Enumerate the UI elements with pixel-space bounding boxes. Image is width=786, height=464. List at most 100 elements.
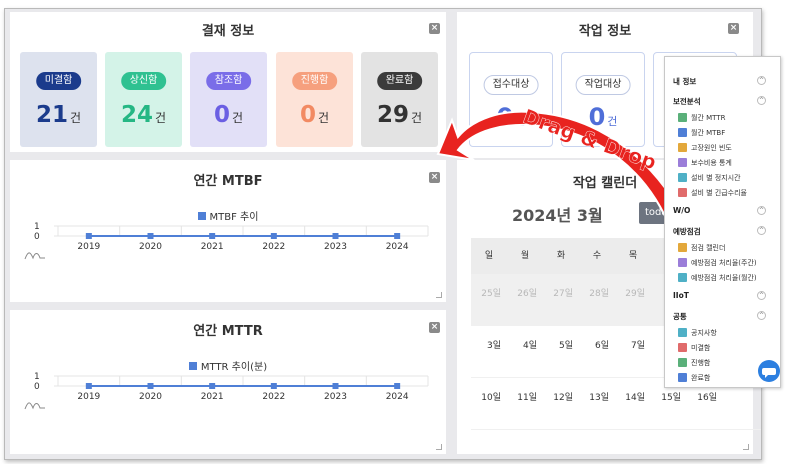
- mtbf-close-icon[interactable]: ×: [429, 172, 440, 183]
- calendar-day[interactable]: 10일: [471, 378, 507, 429]
- mtbf-resize-handle[interactable]: [436, 292, 442, 298]
- count-value: 0: [213, 102, 230, 128]
- mttr-close-icon[interactable]: ×: [429, 322, 440, 333]
- y-tick-label: 1: [34, 222, 40, 232]
- side-menu-item[interactable]: 완료함: [678, 372, 710, 384]
- calendar-day[interactable]: 26일: [507, 274, 543, 325]
- side-menu-item-label: 공지사항: [691, 329, 717, 337]
- calendar-day[interactable]: 12일: [543, 378, 579, 429]
- chart-icon: [678, 157, 687, 167]
- count-unit: 건: [231, 111, 244, 125]
- chat-button[interactable]: [758, 360, 780, 382]
- side-menu-item[interactable]: 설비 별 긴급수리율: [678, 187, 747, 199]
- side-menu-item[interactable]: 월간 MTTR: [678, 112, 725, 124]
- x-tick-label: 2022: [262, 392, 285, 402]
- side-menu-item-label: 설비 별 긴급수리율: [691, 189, 747, 197]
- calendar-day[interactable]: 5일: [543, 326, 579, 377]
- payment-card-label: 진행함: [291, 72, 338, 90]
- chevron-up-icon[interactable]: ^: [757, 206, 766, 215]
- side-menu-item[interactable]: 미결함: [678, 342, 710, 354]
- side-menu-section-header[interactable]: 보전분석: [673, 96, 701, 107]
- chart-icon: [678, 257, 687, 267]
- work-card-label: 접수대상: [483, 75, 539, 95]
- calendar-day[interactable]: 7일: [615, 326, 651, 377]
- calendar-day[interactable]: 6일: [579, 326, 615, 377]
- data-point[interactable]: [332, 233, 339, 239]
- side-menu-item-label: 고장원인 빈도: [691, 144, 732, 152]
- payment-card[interactable]: 미결함 21 건: [20, 52, 97, 147]
- data-point[interactable]: [270, 383, 277, 389]
- side-menu-item-label: 점검 캘린더: [691, 244, 726, 252]
- side-menu-item-label: 완료함: [691, 374, 711, 382]
- work-title: 작업 정보: [578, 24, 632, 39]
- calendar-day[interactable]: 4일: [507, 326, 543, 377]
- chevron-up-icon[interactable]: ^: [757, 96, 766, 105]
- data-point[interactable]: [147, 233, 154, 239]
- x-tick-label: 2022: [262, 242, 285, 252]
- side-menu-item[interactable]: 예방점검 처리율(주간): [678, 257, 757, 269]
- calendar-resize-handle[interactable]: [743, 444, 749, 450]
- calendar-day[interactable]: 3일: [471, 326, 507, 377]
- calendar-day[interactable]: 29일: [615, 274, 651, 325]
- count-value: 0: [496, 103, 514, 131]
- x-tick-label: 2023: [324, 392, 347, 402]
- side-menu-item-label: 예방점검 처리율(월간): [691, 274, 757, 282]
- mttr-resize-handle[interactable]: [436, 444, 442, 450]
- count-unit: 건: [69, 111, 82, 125]
- calendar-day[interactable]: 27일: [543, 274, 579, 325]
- side-menu-section-header[interactable]: 내 정보: [673, 76, 696, 87]
- data-point[interactable]: [270, 233, 277, 239]
- payment-close-icon[interactable]: ×: [429, 23, 440, 34]
- data-point[interactable]: [209, 383, 216, 389]
- calendar-day[interactable]: 28일: [579, 274, 615, 325]
- work-card-label: 작업대상: [575, 75, 631, 95]
- count-value: 0: [299, 102, 316, 128]
- calendar-day[interactable]: 11일: [507, 378, 543, 429]
- side-menu-section-header[interactable]: IIoT: [673, 291, 689, 300]
- chevron-up-icon[interactable]: ^: [757, 76, 766, 85]
- side-menu-item[interactable]: 설비 별 정지시간: [678, 172, 741, 184]
- side-menu-item[interactable]: 공지사항: [678, 327, 717, 339]
- side-menu-item[interactable]: 점검 캘린더: [678, 242, 725, 254]
- side-menu-section-header[interactable]: 예방점검: [673, 226, 701, 237]
- side-menu-item[interactable]: 진행함: [678, 357, 710, 369]
- weekday-label: 월: [520, 251, 530, 261]
- count-unit: 건: [154, 111, 167, 125]
- mttr-chart: 10 2019 2020 2021 2022 2023 2024: [34, 372, 429, 402]
- data-point[interactable]: [85, 383, 92, 389]
- side-menu-item[interactable]: 고장원인 빈도: [678, 142, 732, 154]
- data-point[interactable]: [394, 383, 401, 389]
- chevron-up-icon[interactable]: ^: [757, 226, 766, 235]
- payment-card[interactable]: 완료함 29 건: [361, 52, 438, 147]
- chart-icon: [678, 242, 687, 252]
- calendar-day[interactable]: 14일: [615, 378, 651, 429]
- chevron-up-icon[interactable]: ^: [757, 291, 766, 300]
- side-menu-item-label: 진행함: [691, 359, 711, 367]
- y-tick-label: 0: [34, 232, 40, 242]
- side-menu-item-label: 보수비용 통계: [691, 159, 732, 167]
- payment-card-count: 29 건: [361, 102, 438, 128]
- data-point[interactable]: [209, 233, 216, 239]
- side-menu-item[interactable]: 월간 MTBF: [678, 127, 725, 139]
- data-point[interactable]: [394, 233, 401, 239]
- payment-card[interactable]: 상신함 24 건: [105, 52, 182, 147]
- y-tick-label: 0: [34, 382, 40, 392]
- calendar-day[interactable]: 25일: [471, 274, 507, 325]
- side-menu-section-header[interactable]: 공통: [673, 311, 687, 322]
- chart-icon: [678, 187, 687, 197]
- count-unit: 건: [317, 111, 330, 125]
- payment-card[interactable]: 참조함 0 건: [190, 52, 267, 147]
- chart-icon: [678, 357, 687, 367]
- chart-icon: [678, 112, 687, 122]
- data-point[interactable]: [85, 233, 92, 239]
- work-close-icon[interactable]: ×: [728, 23, 739, 34]
- side-menu-item[interactable]: 보수비용 통계: [678, 157, 732, 169]
- chart-icon: [678, 127, 687, 137]
- data-point[interactable]: [332, 383, 339, 389]
- side-menu-item[interactable]: 예방점검 처리율(월간): [678, 272, 757, 284]
- side-menu-section-header[interactable]: W/O: [673, 206, 690, 215]
- payment-card[interactable]: 진행함 0 건: [276, 52, 353, 147]
- calendar-day[interactable]: 13일: [579, 378, 615, 429]
- data-point[interactable]: [147, 383, 154, 389]
- chevron-up-icon[interactable]: ^: [757, 311, 766, 320]
